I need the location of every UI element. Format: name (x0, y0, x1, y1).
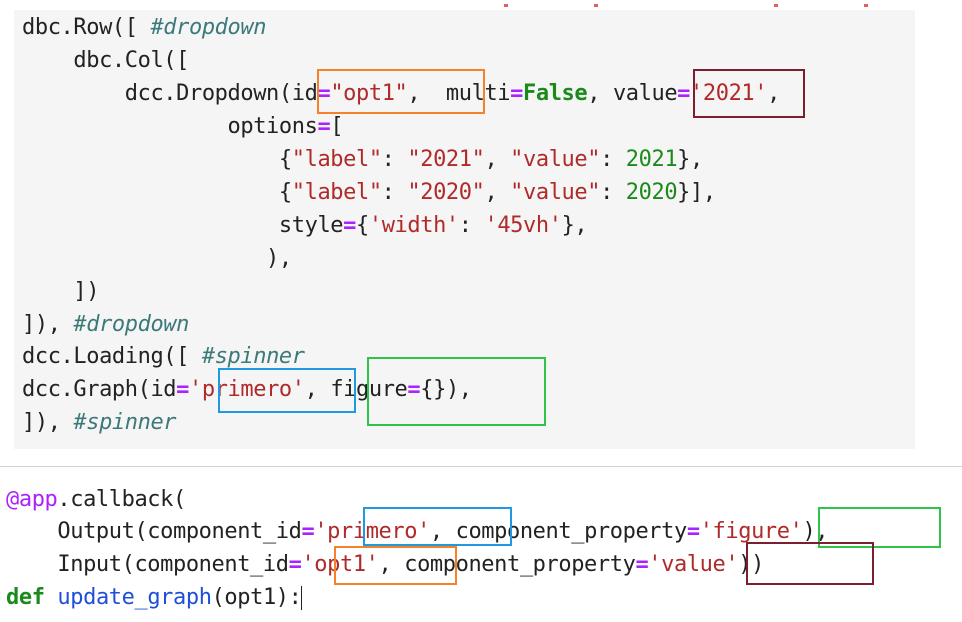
cell-separator (0, 466, 962, 467)
code-line-2: dbc.Col([ (22, 48, 189, 73)
highlight-box-maroon-value-prop (746, 542, 874, 585)
highlight-box-maroon-value (693, 69, 805, 118)
code-line-10: ]), #dropdown (22, 312, 189, 337)
code-line-5: {"label": "2021", "value": 2021}, (22, 147, 703, 172)
code-line-4: options=[ (22, 114, 344, 139)
highlight-box-green-figure (367, 357, 546, 426)
code-line-7: style={'width': '45vh'}, (22, 213, 588, 238)
code-line-1: dbc.Row([ #dropdown (22, 15, 267, 40)
code-line-6: {"label": "2020", "value": 2020}], (22, 180, 716, 205)
cut-off-previous-line (14, 0, 915, 9)
code-line-13: ]), #spinner (22, 410, 177, 435)
code-line-def[interactable]: def update_graph(opt1): (6, 581, 303, 614)
highlight-box-blue-primero (218, 368, 356, 413)
code-line-callback: @app.callback( (6, 487, 186, 512)
code-line-8: ), (22, 246, 292, 271)
text-cursor (301, 586, 303, 610)
code-line-9: ]) (22, 279, 100, 304)
highlight-box-blue-output-id (363, 507, 512, 546)
highlight-box-orange-opt1 (317, 69, 485, 114)
highlight-box-orange-input-id (334, 546, 457, 585)
